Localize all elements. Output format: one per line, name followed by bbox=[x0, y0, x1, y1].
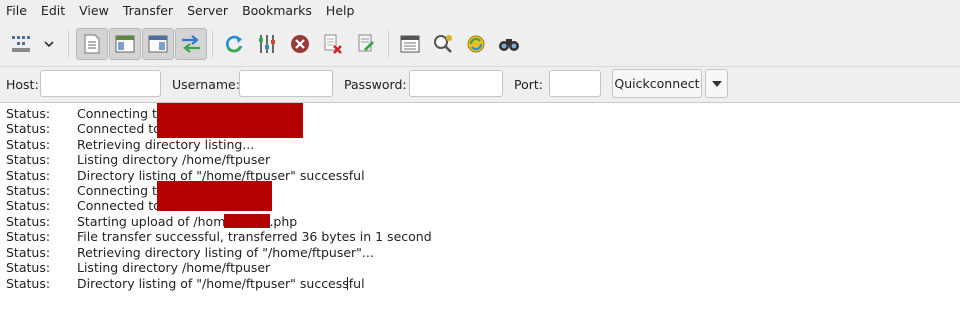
quickconnect-button[interactable]: Quickconnect bbox=[612, 69, 702, 98]
directory-filters-button[interactable] bbox=[394, 28, 426, 60]
log-line: Status: Starting upload of /home/ /test.… bbox=[0, 214, 960, 229]
cancel-operation-button[interactable] bbox=[284, 28, 316, 60]
log-status: Status: bbox=[6, 137, 51, 152]
toggle-local-tree-button[interactable] bbox=[109, 28, 141, 60]
log-status: Status: bbox=[6, 245, 51, 260]
redaction-block bbox=[157, 181, 272, 211]
log-line: Status: File transfer successful, transf… bbox=[0, 229, 960, 244]
host-label: Host: bbox=[6, 77, 39, 92]
log-status: Status: bbox=[6, 106, 51, 121]
log-line: Status: Connected to bbox=[0, 121, 960, 136]
log-message: Listing directory /home/ftpuser bbox=[77, 260, 271, 275]
toggle-message-log-icon bbox=[84, 34, 100, 54]
directory-filters-icon bbox=[400, 35, 420, 53]
log-message: File transfer successful, transferred 36… bbox=[77, 229, 432, 244]
log-line: Status: Listing directory /home/ftpuser bbox=[0, 260, 960, 275]
disconnect-button[interactable] bbox=[317, 28, 349, 60]
username-input[interactable] bbox=[239, 70, 333, 97]
toggle-transfer-queue-button[interactable] bbox=[175, 28, 207, 60]
caret-down-icon bbox=[711, 80, 722, 87]
site-manager-dropdown[interactable] bbox=[33, 28, 65, 60]
text-caret bbox=[347, 277, 348, 290]
log-status: Status: bbox=[6, 198, 51, 213]
log-message: Connecting to bbox=[77, 183, 165, 198]
search-button[interactable] bbox=[493, 28, 525, 60]
log-status: Status: bbox=[6, 260, 51, 275]
process-queue-button[interactable] bbox=[251, 28, 283, 60]
log-message: Connected to bbox=[77, 121, 161, 136]
log-status: Status: bbox=[6, 183, 51, 198]
toggle-remote-tree-button[interactable] bbox=[142, 28, 174, 60]
menu-transfer[interactable]: Transfer bbox=[116, 0, 180, 22]
log-status: Status: bbox=[6, 152, 51, 167]
log-line: Status: Retrieving directory listing of … bbox=[0, 245, 960, 260]
log-line: Status: Listing directory /home/ftpuser bbox=[0, 152, 960, 167]
port-label: Port: bbox=[514, 77, 543, 92]
log-status: Status: bbox=[6, 276, 51, 291]
menu-help[interactable]: Help bbox=[319, 0, 362, 22]
host-input[interactable] bbox=[40, 70, 161, 97]
menu-bar: File Edit View Transfer Server Bookmarks… bbox=[0, 0, 960, 22]
process-queue-icon bbox=[259, 35, 275, 53]
log-status: Status: bbox=[6, 121, 51, 136]
redaction-block bbox=[224, 214, 270, 228]
log-status: Status: bbox=[6, 229, 51, 244]
toggle-remote-tree-icon bbox=[148, 35, 168, 53]
toolbar bbox=[0, 22, 960, 67]
log-message: Connecting to bbox=[77, 106, 165, 121]
quickconnect-history-dropdown[interactable] bbox=[705, 69, 728, 98]
password-label: Password: bbox=[344, 77, 407, 92]
reconnect-button[interactable] bbox=[350, 28, 382, 60]
toggle-message-log-button[interactable] bbox=[76, 28, 108, 60]
log-line: Status: Directory listing of "/home/ftpu… bbox=[0, 168, 960, 183]
toggle-transfer-queue-icon bbox=[182, 35, 200, 53]
search-icon bbox=[499, 39, 519, 51]
refresh-button[interactable] bbox=[218, 28, 250, 60]
cancel-operation-icon bbox=[291, 35, 309, 53]
log-line: Status: Connecting to bbox=[0, 183, 960, 198]
redaction-block bbox=[157, 103, 303, 138]
log-status: Status: bbox=[6, 168, 51, 183]
log-status: Status: bbox=[6, 214, 51, 229]
reconnect-icon bbox=[358, 34, 374, 52]
log-message: Listing directory /home/ftpuser bbox=[77, 152, 271, 167]
comparison-icon bbox=[434, 35, 452, 53]
menu-server[interactable]: Server bbox=[180, 0, 235, 22]
log-message: Retrieving directory listing... bbox=[77, 137, 255, 152]
toggle-local-tree-icon bbox=[115, 35, 135, 53]
chevron-down-icon bbox=[44, 41, 54, 48]
refresh-icon bbox=[226, 35, 243, 53]
log-line: Status: Retrieving directory listing... bbox=[0, 137, 960, 152]
log-message: Directory listing of "/home/ftpuser" suc… bbox=[77, 276, 365, 291]
sync-browsing-icon bbox=[467, 35, 485, 53]
message-log[interactable]: Status: Connecting to Status: Connected … bbox=[0, 103, 960, 312]
menu-bookmarks[interactable]: Bookmarks bbox=[235, 0, 319, 22]
menu-view[interactable]: View bbox=[72, 0, 116, 22]
log-line: Status: Connected to bbox=[0, 198, 960, 213]
sync-browsing-button[interactable] bbox=[460, 28, 492, 60]
site-manager-icon bbox=[12, 36, 30, 52]
quickconnect-bar: Host: Username: Password: Port: Quickcon… bbox=[0, 67, 960, 103]
port-input[interactable] bbox=[549, 70, 601, 97]
menu-file[interactable]: File bbox=[0, 0, 34, 22]
disconnect-icon bbox=[324, 34, 342, 54]
menu-edit[interactable]: Edit bbox=[34, 0, 72, 22]
log-line: Status: Connecting to bbox=[0, 106, 960, 121]
username-label: Username: bbox=[172, 77, 240, 92]
log-message: Retrieving directory listing of "/home/f… bbox=[77, 245, 374, 260]
password-input[interactable] bbox=[409, 70, 503, 97]
log-line: Status: Directory listing of "/home/ftpu… bbox=[0, 276, 960, 291]
comparison-button[interactable] bbox=[427, 28, 459, 60]
log-message: Connected to bbox=[77, 198, 161, 213]
